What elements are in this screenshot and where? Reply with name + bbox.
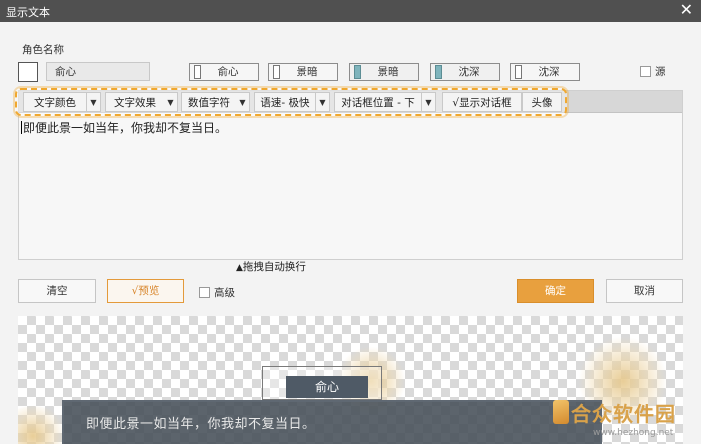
ok-button[interactable]: 确定 <box>517 279 594 303</box>
preset-label: 沈深 <box>538 66 560 78</box>
preset-color-marker <box>515 65 522 79</box>
chevron-down-icon[interactable]: ▼ <box>164 92 178 112</box>
watermark-url: www.hezhong.net <box>593 428 674 438</box>
site-watermark: 合众软件园 www.hezhong.net <box>553 392 701 444</box>
preset-button-1[interactable]: 俞心 <box>189 63 259 81</box>
auto-wrap-handle[interactable]: ▲拖拽自动换行 <box>236 259 306 274</box>
role-name-input[interactable] <box>46 62 150 81</box>
preset-color-marker <box>194 65 201 79</box>
editor-text-content: 即便此景一如当年，你我却不复当日。 <box>23 121 228 135</box>
window-title: 显示文本 <box>6 6 50 19</box>
triangle-up-icon: ▲ <box>236 263 243 273</box>
preset-color-marker <box>435 65 442 79</box>
chevron-down-icon[interactable]: ▼ <box>87 92 101 112</box>
show-dialog-toggle[interactable]: √显示对话框 <box>442 92 522 112</box>
preset-button-2[interactable]: 景暗 <box>268 63 338 81</box>
preview-dialog-text: 即便此景一如当年，你我却不复当日。 <box>86 417 316 432</box>
title-bar: 显示文本 ✕ <box>0 0 701 22</box>
text-caret <box>21 121 22 134</box>
preset-color-marker <box>273 65 280 79</box>
advanced-checkbox[interactable] <box>199 287 210 298</box>
role-name-label: 角色名称 <box>22 44 64 56</box>
text-color-dropdown[interactable]: 文字颜色 <box>23 92 87 112</box>
watermark-name: 合众软件园 <box>571 402 676 426</box>
avatar-button[interactable]: 头像 <box>522 92 562 112</box>
preset-button-4[interactable]: 沈深 <box>430 63 500 81</box>
preset-label: 俞心 <box>217 66 239 78</box>
cancel-button[interactable]: 取消 <box>606 279 683 303</box>
text-effect-dropdown[interactable]: 文字效果 <box>105 92 165 112</box>
preview-speaker-name: 俞心 <box>286 376 368 398</box>
clear-button[interactable]: 清空 <box>18 279 96 303</box>
advanced-label: 高级 <box>214 287 235 299</box>
preview-button[interactable]: √预览 <box>107 279 184 303</box>
chevron-down-icon[interactable]: ▼ <box>316 92 330 112</box>
preset-label: 沈深 <box>458 66 480 78</box>
preset-label: 景暗 <box>296 66 318 78</box>
chevron-down-icon[interactable]: ▼ <box>236 92 250 112</box>
auto-wrap-label: 拖拽自动换行 <box>242 261 306 273</box>
source-label: 源 <box>655 66 666 78</box>
close-icon[interactable]: ✕ <box>680 1 693 19</box>
value-char-dropdown[interactable]: 数值字符 <box>181 92 237 112</box>
editor-text[interactable]: 即便此景一如当年，你我却不复当日。 <box>21 119 227 136</box>
dialog-position-dropdown[interactable]: 对话框位置 - 下 <box>334 92 422 112</box>
preset-label: 景暗 <box>377 66 399 78</box>
preset-color-marker <box>354 65 361 79</box>
preset-button-5[interactable]: 沈深 <box>510 63 580 81</box>
chevron-down-icon[interactable]: ▼ <box>422 92 436 112</box>
preset-button-3[interactable]: 景暗 <box>349 63 419 81</box>
logo-icon <box>553 400 569 424</box>
name-color-swatch[interactable] <box>18 62 38 82</box>
speed-dropdown[interactable]: 语速- 极快 <box>254 92 316 112</box>
source-checkbox[interactable] <box>640 66 651 77</box>
flower-decoration <box>18 406 68 444</box>
